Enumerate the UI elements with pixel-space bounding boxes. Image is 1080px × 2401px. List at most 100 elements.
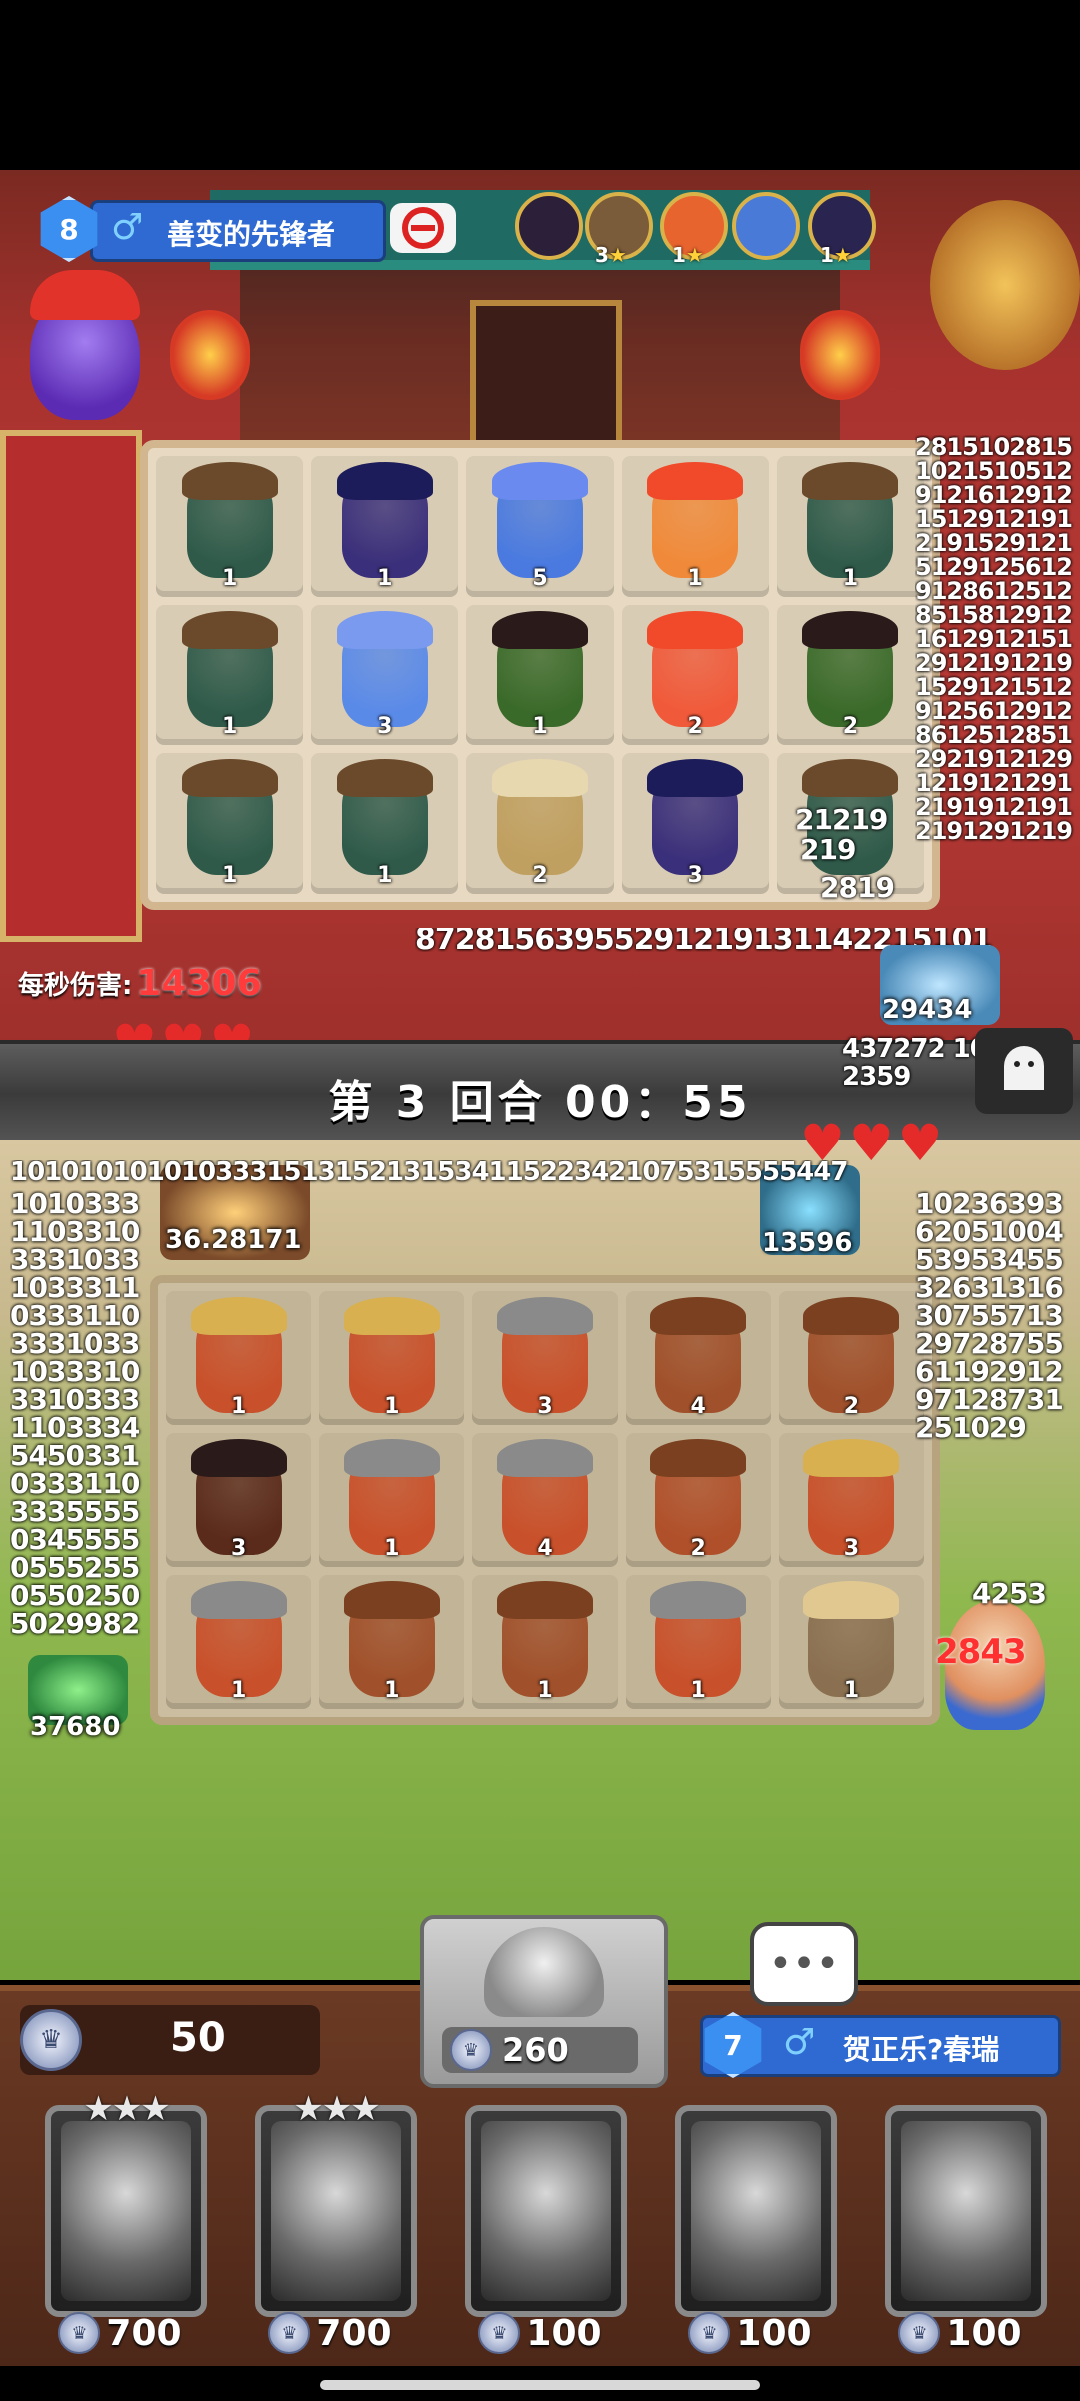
shop-card[interactable] [885,2105,1047,2317]
enemy-tower-hp: 29434 [882,995,973,1025]
enemy-cell[interactable]: 2 [466,753,614,894]
enemy-cell[interactable]: 1 [776,456,924,597]
unit-hat [803,1297,900,1335]
player-cell[interactable]: 1 [472,1575,618,1709]
enemy-cell[interactable]: 2 [621,604,769,746]
crown-coin-icon: ♛ [58,2312,101,2354]
unit-hat [803,1581,900,1619]
refresh-shop-button[interactable]: ♛ 260 [420,1915,668,2088]
unit-hat [190,1297,287,1335]
lineup-avatar[interactable] [515,192,583,260]
damage-popup: 437272 102359 [842,1034,988,1092]
unit-hat [647,610,744,649]
player-cell[interactable]: 1 [319,1575,465,1709]
lineup-star-count: 3★ [595,243,627,267]
unit-level: 4 [537,1536,553,1561]
lineup-avatar[interactable] [732,192,800,260]
shop-card[interactable] [465,2105,627,2317]
chat-button[interactable]: ••• [750,1922,858,2006]
unit-level: 1 [221,863,238,888]
tower-hp: 36.28171 [165,1225,302,1255]
unit-hat [802,759,899,798]
player-cell[interactable]: 1 [625,1575,771,1709]
crown-coin-icon: ♛ [268,2312,311,2354]
unit-hat [336,610,433,649]
enemy-cell[interactable]: 2 [776,604,924,746]
player-cell[interactable]: 1 [166,1575,312,1709]
player-cell[interactable]: 1 [778,1575,924,1709]
player-cell[interactable]: 1 [319,1433,465,1567]
unit-hat [181,610,278,649]
player-cell[interactable]: 4 [625,1291,771,1425]
player-cell[interactable]: 3 [778,1433,924,1567]
refresh-cost: ♛ 260 [442,2027,638,2073]
unit-hat [181,759,278,798]
enemy-cell[interactable]: 1 [156,753,304,894]
enemy-cell[interactable]: 3 [621,753,769,894]
unit-hat [190,1581,287,1619]
unit-hat [491,462,588,500]
player-cell[interactable]: 2 [778,1291,924,1425]
crown-coin-icon: ♛ [688,2312,731,2354]
unit-level: 3 [687,863,703,888]
dps-value: 14306 [136,963,262,1004]
card-portrait [481,2121,611,2301]
shop-card[interactable] [675,2105,837,2317]
unit-level: 1 [384,1536,400,1561]
unit-level: 3 [377,714,393,740]
card-price: ♛ 100 [655,2312,845,2354]
coin-counter: ♛ 50 [20,2005,320,2075]
enemy-cell[interactable]: 1 [621,456,769,597]
card-price: ♛ 100 [865,2312,1055,2354]
unit-hat [336,759,433,798]
enemy-damage-popup: 219 [800,833,856,866]
player-cell[interactable]: 3 [166,1433,312,1567]
player-damage-stack-right: 1023639362051004539534553263131630755713… [915,1190,1064,1444]
unit-level: 1 [687,565,703,591]
enemy-cell[interactable]: 1 [156,604,304,746]
unit-hat [336,462,433,500]
enemy-cell[interactable]: 1 [156,456,304,597]
shop-card[interactable]: ★★★ [255,2089,417,2317]
enemy-cell[interactable]: 1 [311,456,459,597]
unit-level: 1 [230,1394,247,1419]
card-stars: ★★★ [293,2089,380,2129]
opponent-panel: ♂ 善变的先锋者 [90,200,386,262]
player-name: 贺正乐?春瑞 [843,2033,1000,2066]
unit-level: 1 [384,1678,400,1703]
enemy-cell[interactable]: 1 [466,604,614,746]
unit-hat [491,610,588,649]
unit-level: 1 [842,565,859,591]
temple-door [470,300,622,452]
player-cell[interactable]: 4 [472,1433,618,1567]
player-board: 1 1 3 4 2 3 1 4 2 3 1 1 1 1 1 [150,1275,940,1725]
player-cell[interactable]: 3 [472,1291,618,1425]
enemy-cell[interactable]: 1 [311,753,459,894]
crown-coin-icon: ♛ [478,2312,521,2354]
left-carpet [0,430,142,942]
card-portrait [901,2121,1031,2301]
unit-level: 4 [690,1394,706,1419]
unit-level: 1 [230,1678,247,1703]
unit-hat [650,1581,747,1619]
unit-level: 1 [377,565,393,591]
unit-hat [802,610,899,649]
player-cell[interactable]: 1 [166,1291,312,1425]
unit-hat [647,759,744,798]
player-cell[interactable]: 1 [319,1291,465,1425]
shop-card[interactable]: ★★★ [45,2089,207,2317]
no-entry-icon [402,207,444,249]
unit-hat [181,462,278,500]
block-button[interactable] [390,203,456,253]
player-cell[interactable]: 2 [625,1433,771,1567]
unit-hat [650,1439,747,1477]
unit-hat [650,1297,747,1335]
home-indicator[interactable] [320,2380,760,2390]
enemy-cell[interactable]: 3 [311,604,459,746]
enemy-cell[interactable]: 5 [466,456,614,597]
enemy-dps: 每秒伤害: 14306 [18,963,262,1004]
unit-level: 2 [690,1536,706,1561]
crown-coin-icon: ♛ [898,2312,941,2354]
player-hero-damage: 2843 [935,1632,1027,1672]
emote-button[interactable] [975,1028,1073,1114]
